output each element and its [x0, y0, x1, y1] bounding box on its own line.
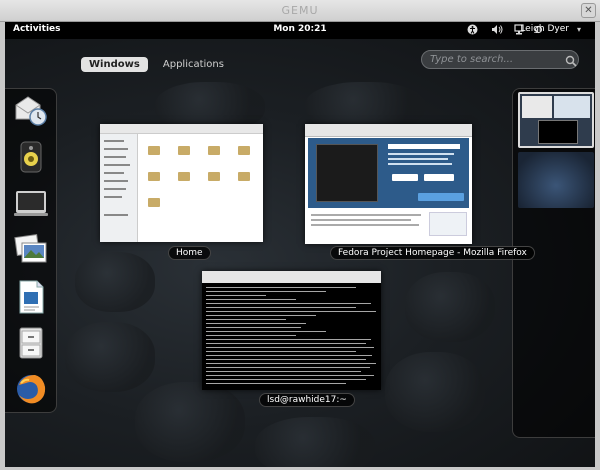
background-cell: [135, 382, 245, 462]
gnome-overview: Activities Mon 20:21 Leigh Dyer ▾ Window…: [5, 22, 595, 467]
background-cell: [385, 352, 485, 432]
writer-icon[interactable]: [13, 279, 49, 315]
background-cell: [75, 252, 155, 312]
window-thumbnail-home[interactable]: [100, 124, 263, 242]
volume-icon[interactable]: [491, 24, 503, 39]
speaker-icon[interactable]: [13, 139, 49, 175]
window-thumbnail-terminal[interactable]: [202, 271, 381, 390]
file-cabinet-icon[interactable]: [13, 325, 49, 361]
dash: [5, 88, 57, 413]
window-caption-home[interactable]: Home: [168, 246, 211, 260]
terminal-icon[interactable]: [13, 185, 49, 221]
window-caption-terminal[interactable]: lsd@rawhide17:~: [259, 393, 355, 407]
background-cell: [255, 417, 375, 467]
clock[interactable]: Mon 20:21: [5, 24, 595, 34]
overview-tabs: Windows Applications: [81, 52, 234, 72]
window-thumbnail-firefox[interactable]: [305, 124, 472, 244]
user-menu[interactable]: Leigh Dyer: [520, 24, 569, 34]
workspace-thumbnail[interactable]: [518, 152, 594, 208]
top-bar: Activities Mon 20:21 Leigh Dyer ▾: [5, 22, 595, 39]
vm-titlebar[interactable]: GEMU ✕: [0, 0, 600, 22]
vm-window: GEMU ✕ Activities Mon 20:21 Leigh Dyer ▾…: [0, 0, 600, 470]
tab-windows[interactable]: Windows: [81, 57, 148, 72]
accessibility-icon[interactable]: [467, 24, 478, 39]
workspace-thumbnail-active[interactable]: [518, 92, 594, 148]
background-cell: [65, 322, 155, 392]
search-icon: [565, 52, 577, 67]
firefox-icon[interactable]: [13, 371, 49, 407]
image-viewer-icon[interactable]: [13, 231, 49, 267]
background-cell: [405, 272, 495, 342]
search-input[interactable]: [421, 50, 579, 69]
tab-applications[interactable]: Applications: [155, 57, 232, 72]
chevron-down-icon[interactable]: ▾: [577, 25, 581, 34]
window-caption-firefox[interactable]: Fedora Project Homepage - Mozilla Firefo…: [330, 246, 535, 260]
vm-window-title: GEMU: [281, 4, 319, 17]
workspace-switcher: [512, 88, 595, 438]
mail-clock-icon[interactable]: [13, 93, 49, 129]
close-icon[interactable]: ✕: [581, 3, 596, 18]
